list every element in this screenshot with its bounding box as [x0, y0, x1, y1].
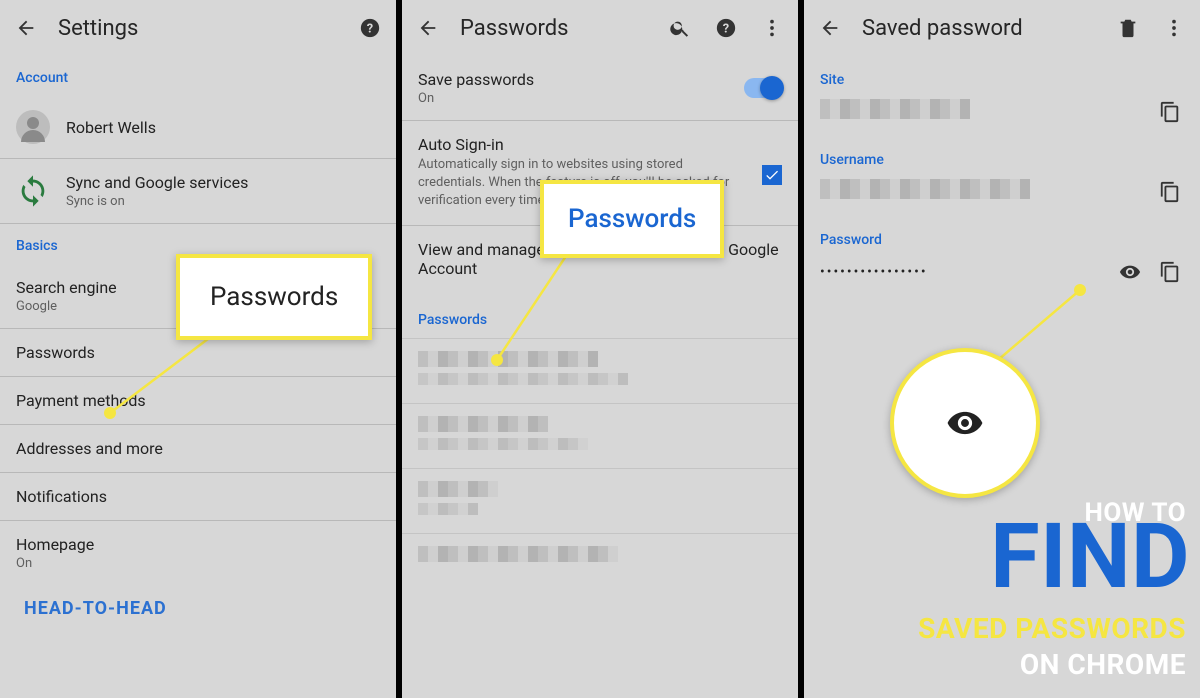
- back-icon[interactable]: [816, 14, 844, 42]
- avatar-icon: [16, 110, 50, 144]
- username-row: [804, 172, 1200, 216]
- copy-password-icon[interactable]: [1156, 258, 1184, 286]
- svg-text:?: ?: [723, 22, 729, 37]
- sync-row[interactable]: Sync and Google services Sync is on: [0, 158, 396, 223]
- auto-signin-label: Auto Sign-in: [418, 135, 746, 154]
- password-entry[interactable]: [402, 403, 798, 468]
- password-label: Password: [804, 216, 1200, 252]
- password-entry[interactable]: [402, 533, 798, 580]
- page-title: Passwords: [460, 16, 648, 41]
- sync-icon: [16, 174, 50, 208]
- help-icon[interactable]: ?: [712, 14, 740, 42]
- back-icon[interactable]: [414, 14, 442, 42]
- back-icon[interactable]: [12, 14, 40, 42]
- delete-icon[interactable]: [1114, 14, 1142, 42]
- appbar: Passwords ?: [402, 0, 798, 56]
- save-passwords-label: Save passwords: [418, 70, 728, 89]
- svg-text:?: ?: [367, 22, 373, 37]
- passwords-label: Passwords: [16, 343, 380, 362]
- panel-passwords: Passwords ? Save passwords On Auto Sign-…: [402, 0, 798, 698]
- homepage-row[interactable]: Homepage On: [0, 520, 396, 585]
- addresses-row[interactable]: Addresses and more: [0, 424, 396, 472]
- username-label: Username: [804, 136, 1200, 172]
- appbar: Settings ?: [0, 0, 396, 56]
- payment-label: Payment methods: [16, 391, 380, 410]
- page-title: Settings: [58, 16, 338, 41]
- user-row[interactable]: Robert Wells: [0, 96, 396, 158]
- overlay-saved-passwords: SAVED PASSWORDS: [918, 612, 1186, 645]
- highlight-dot: [104, 407, 116, 419]
- save-passwords-toggle[interactable]: [744, 78, 782, 98]
- user-name: Robert Wells: [66, 118, 380, 137]
- payment-row[interactable]: Payment methods: [0, 376, 396, 424]
- password-row: ••••••••••••••••: [804, 252, 1200, 296]
- notifications-row[interactable]: Notifications: [0, 472, 396, 520]
- callout-passwords: Passwords: [176, 254, 372, 340]
- password-entry[interactable]: [402, 338, 798, 403]
- overlay-find: FIND: [990, 512, 1190, 602]
- copy-site-icon[interactable]: [1156, 98, 1184, 126]
- site-row: [804, 92, 1200, 136]
- password-entry[interactable]: [402, 468, 798, 533]
- page-title: Saved password: [862, 16, 1096, 41]
- search-icon[interactable]: [666, 14, 694, 42]
- save-passwords-row[interactable]: Save passwords On: [402, 56, 798, 120]
- auto-signin-checkbox[interactable]: [762, 165, 782, 185]
- site-label: Site: [804, 56, 1200, 92]
- callout-eye-circle: [890, 348, 1040, 498]
- panel-settings: Settings ? Account Robert Wells Sync and…: [0, 0, 396, 698]
- overlay-on-chrome: ON CHROME: [1020, 648, 1186, 681]
- more-icon[interactable]: [1160, 14, 1188, 42]
- passwords-section-label: Passwords: [402, 292, 798, 338]
- homepage-value: On: [16, 556, 380, 571]
- sync-title: Sync and Google services: [66, 173, 380, 192]
- save-passwords-state: On: [418, 91, 728, 106]
- notifications-label: Notifications: [16, 487, 380, 506]
- section-account: Account: [0, 56, 396, 96]
- password-value: ••••••••••••••••: [820, 264, 1104, 280]
- callout-passwords-blue: Passwords: [540, 180, 724, 258]
- highlight-dot: [1074, 284, 1086, 296]
- more-icon[interactable]: [758, 14, 786, 42]
- copy-username-icon[interactable]: [1156, 178, 1184, 206]
- sync-sub: Sync is on: [66, 194, 380, 209]
- homepage-label: Homepage: [16, 535, 380, 554]
- addresses-label: Addresses and more: [16, 439, 380, 458]
- appbar: Saved password: [804, 0, 1200, 56]
- reveal-password-icon[interactable]: [1116, 258, 1144, 286]
- watermark: HEAD-TO-HEAD: [24, 598, 167, 619]
- help-icon[interactable]: ?: [356, 14, 384, 42]
- highlight-dot: [491, 354, 503, 366]
